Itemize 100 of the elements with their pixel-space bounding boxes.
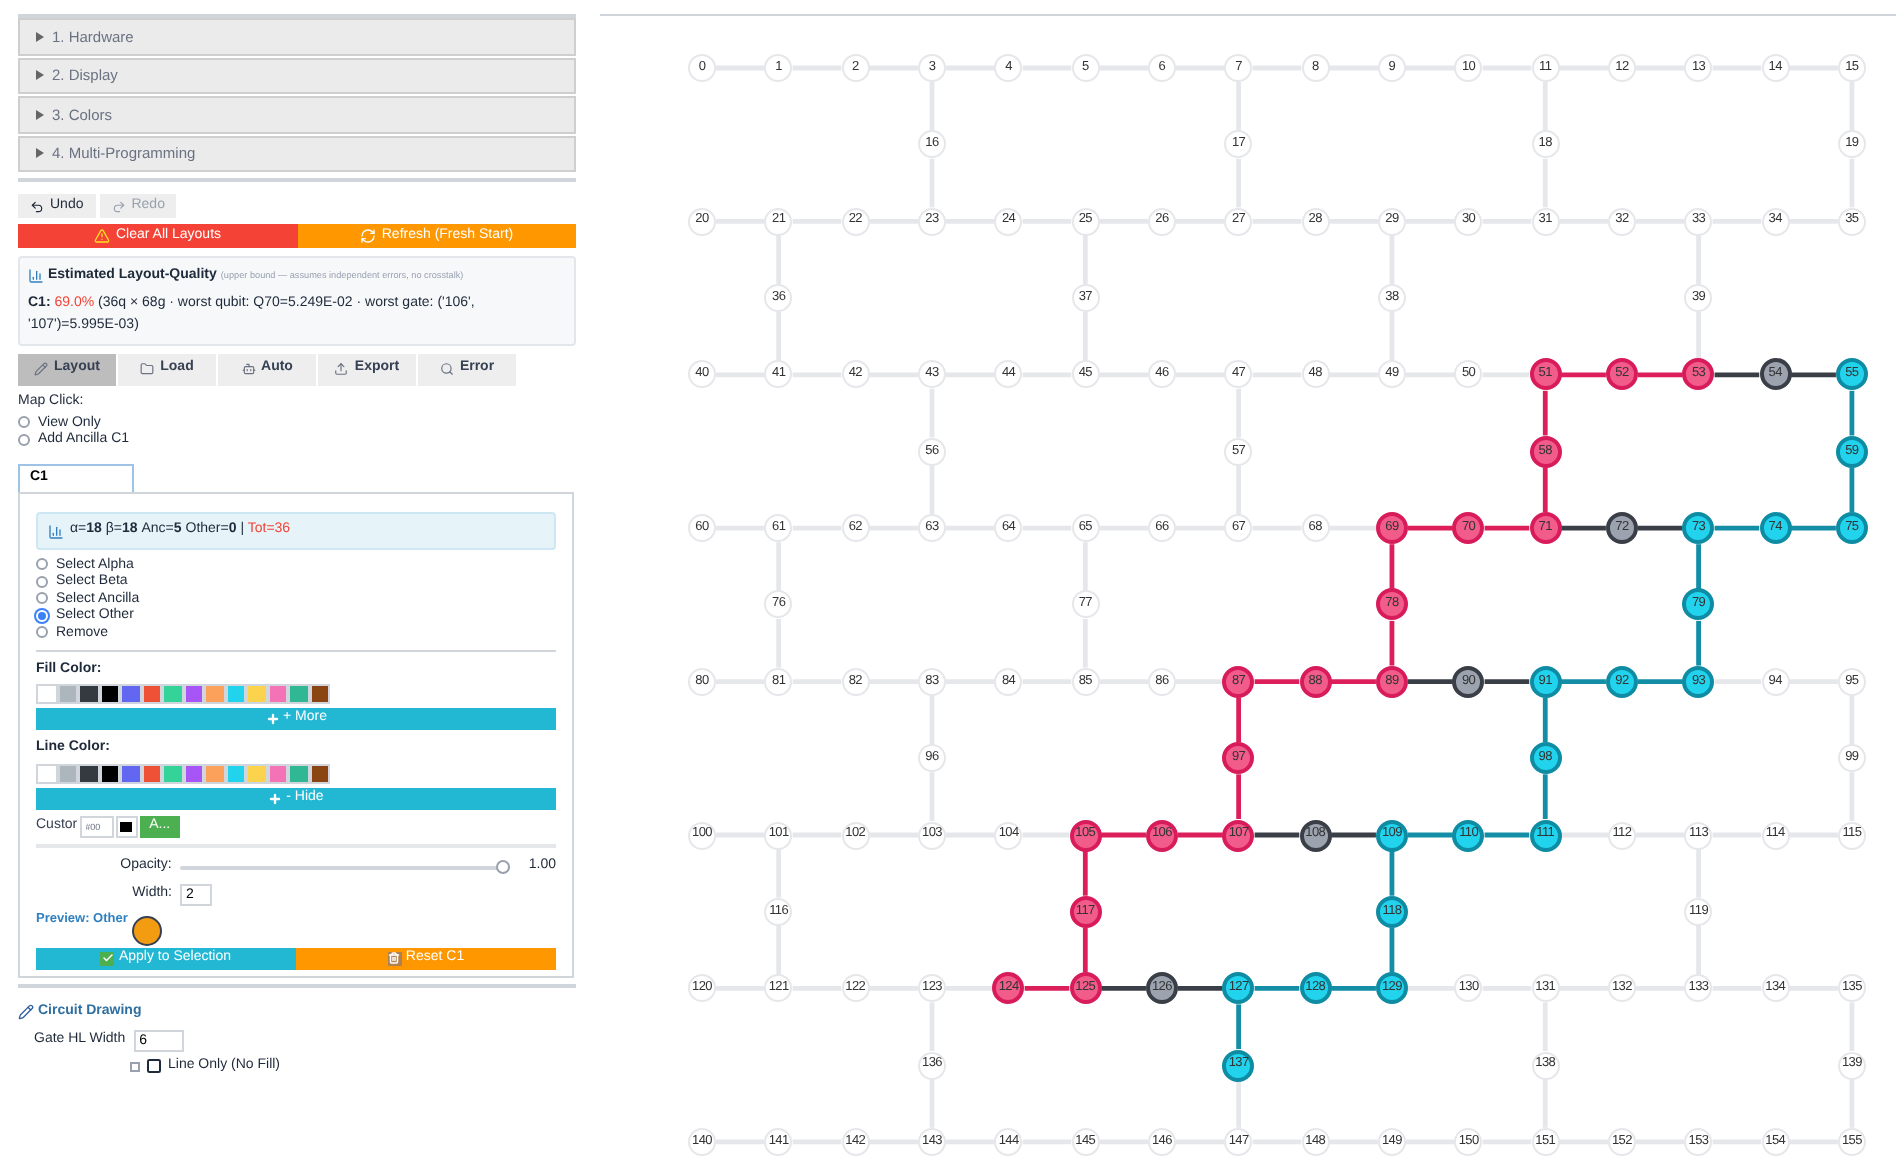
- coupler-edge: [1407, 679, 1453, 684]
- coupler-edge: [1101, 832, 1146, 838]
- coupler-edge: [1637, 525, 1683, 531]
- coupler-edge: [1714, 372, 1760, 378]
- color-swatch[interactable]: [309, 763, 330, 783]
- coupler-edge: [1542, 390, 1548, 436]
- caret-icon: [36, 148, 44, 159]
- plus-icon: [265, 712, 279, 726]
- coupler-edge: [1484, 679, 1530, 684]
- coupler-edge: [1236, 1004, 1241, 1050]
- color-swatch[interactable]: [57, 684, 78, 704]
- coupler-edge: [1177, 832, 1223, 838]
- color-swatch[interactable]: [183, 684, 204, 704]
- color-swatch[interactable]: [120, 684, 141, 704]
- radio-button[interactable]: [36, 575, 48, 588]
- color-swatch[interactable]: [267, 763, 288, 783]
- trash-icon: [387, 951, 402, 965]
- coupler-edge: [1696, 544, 1701, 589]
- refresh-icon: [359, 228, 376, 244]
- color-swatch[interactable]: [246, 684, 267, 704]
- coupler-edge: [1407, 832, 1453, 838]
- robot-icon: [241, 362, 256, 376]
- coupler-edge: [1791, 525, 1836, 531]
- coupler-edge: [1484, 832, 1530, 838]
- color-swatch[interactable]: [162, 763, 183, 783]
- caret-icon: [36, 31, 44, 42]
- radio-button[interactable]: [36, 626, 48, 639]
- coupler-edge: [1254, 986, 1300, 991]
- color-swatch[interactable]: [204, 684, 225, 704]
- coupler-edge: [1331, 679, 1376, 684]
- color-swatch[interactable]: [141, 684, 162, 704]
- color-swatch[interactable]: [225, 763, 246, 783]
- radio-button[interactable]: [18, 416, 30, 429]
- redo-icon: [111, 199, 126, 213]
- color-swatch[interactable]: [204, 763, 225, 783]
- color-swatch[interactable]: [162, 684, 183, 704]
- undo-icon: [30, 199, 44, 213]
- coupler-edge: [1331, 986, 1376, 991]
- coupler-edge: [1101, 986, 1146, 991]
- caret-icon: [36, 70, 44, 81]
- warning-icon: [93, 228, 110, 244]
- color-swatch[interactable]: [99, 763, 120, 783]
- coupler-edge: [1714, 525, 1760, 531]
- coupler-edge: [1849, 467, 1855, 513]
- coupler-edge: [1389, 851, 1395, 896]
- coupler-edge: [1254, 832, 1300, 838]
- coupler-edge: [1389, 620, 1395, 666]
- coupler-edge: [1637, 372, 1683, 378]
- color-swatch[interactable]: [78, 763, 99, 783]
- coupler-edge: [1484, 525, 1530, 531]
- color-swatch[interactable]: [183, 763, 204, 783]
- coupler-edge: [1561, 525, 1606, 531]
- color-swatch[interactable]: [288, 763, 309, 783]
- coupler-edge: [1389, 927, 1395, 973]
- coupler-edge: [1561, 372, 1606, 378]
- search-icon: [439, 362, 454, 376]
- coupler-edge: [1254, 679, 1300, 684]
- square-icon: [146, 1058, 162, 1075]
- coupler-edge: [1177, 986, 1223, 991]
- coupler-edge: [1849, 390, 1855, 436]
- coupler-edge: [1637, 679, 1683, 684]
- coupler-edge: [1542, 774, 1548, 819]
- coupler-edge: [1024, 986, 1070, 991]
- radio-button[interactable]: [36, 592, 48, 605]
- coupler-edge: [1696, 620, 1701, 666]
- color-picker[interactable]: [115, 815, 138, 837]
- coupler-edge: [1331, 832, 1376, 838]
- color-swatch[interactable]: [267, 684, 288, 704]
- color-swatch[interactable]: [246, 763, 267, 783]
- plus-icon: [268, 791, 283, 805]
- color-swatch[interactable]: [225, 684, 246, 704]
- color-swatch[interactable]: [36, 763, 57, 783]
- coupler-edge: [1389, 544, 1395, 589]
- folder-icon: [140, 362, 155, 376]
- upload-icon: [334, 362, 349, 376]
- color-swatch[interactable]: [78, 684, 99, 704]
- bar-chart-icon: [48, 523, 64, 539]
- color-swatch[interactable]: [99, 684, 120, 704]
- coupler-edge: [1791, 372, 1836, 378]
- radio-button[interactable]: [36, 558, 48, 571]
- opacity-slider[interactable]: [179, 859, 511, 875]
- pencil-icon: [18, 1003, 34, 1020]
- color-swatch[interactable]: [141, 763, 162, 783]
- color-swatch[interactable]: [120, 763, 141, 783]
- checkbox[interactable]: [130, 1061, 140, 1072]
- coupler-edge: [1407, 525, 1453, 531]
- coupler-edge: [1082, 851, 1088, 896]
- color-swatch[interactable]: [288, 684, 309, 704]
- coupler-edge: [1561, 679, 1606, 684]
- caret-icon: [36, 109, 44, 120]
- coupler-edge: [1236, 697, 1241, 743]
- coupler-edge: [1542, 467, 1548, 513]
- coupler-edge: [1542, 697, 1548, 743]
- slider-thumb[interactable]: [496, 860, 511, 874]
- coupler-edge: [1082, 927, 1088, 973]
- color-swatch[interactable]: [309, 684, 330, 704]
- color-swatch[interactable]: [57, 763, 78, 783]
- radio-button[interactable]: [18, 433, 30, 446]
- color-swatch[interactable]: [36, 684, 57, 704]
- coupler-edge: [1236, 774, 1241, 819]
